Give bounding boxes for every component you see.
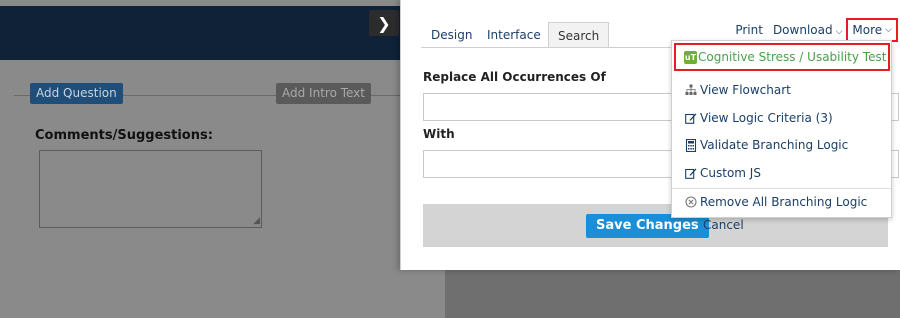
tab-underline	[421, 47, 671, 48]
builder-header	[0, 6, 400, 60]
panel-top-links: Print Download ⌵ More ⌵	[735, 18, 898, 42]
menu-item-remove-branching[interactable]: Remove All Branching Logic	[684, 195, 867, 209]
tab-search[interactable]: Search	[548, 22, 610, 48]
more-button[interactable]: More ⌵	[846, 18, 898, 42]
chevron-right-icon[interactable]: ❯	[369, 10, 399, 36]
menu-item-cognitive-stress[interactable]: uT Cognitive Stress / Usability Test	[674, 43, 890, 71]
calculator-icon	[684, 138, 697, 152]
menu-item-label: View Logic Criteria (3)	[700, 111, 833, 125]
tab-interface[interactable]: Interface	[487, 22, 541, 48]
usability-badge-icon: uT	[684, 50, 697, 64]
menu-item-custom-js[interactable]: Custom JS	[684, 166, 761, 180]
chevron-down-icon: ⌵	[835, 27, 843, 37]
replace-label: Replace All Occurrences Of	[423, 70, 606, 84]
menu-item-label: Remove All Branching Logic	[700, 195, 868, 209]
menu-item-label: Custom JS	[700, 166, 761, 180]
comments-textarea[interactable]: ◢	[39, 150, 262, 228]
menu-divider	[672, 188, 891, 189]
print-link[interactable]: Print	[735, 23, 763, 37]
chevron-down-icon: ⌵	[885, 25, 892, 35]
tab-design[interactable]: Design	[431, 22, 472, 48]
menu-item-label: View Flowchart	[700, 83, 791, 97]
cancel-link[interactable]: Cancel	[703, 218, 744, 232]
remove-circle-icon	[684, 195, 697, 209]
comments-label: Comments/Suggestions:	[35, 128, 213, 143]
download-label: Download	[772, 23, 833, 37]
more-label: More	[852, 23, 883, 37]
sitemap-icon	[684, 84, 697, 97]
with-label: With	[423, 127, 455, 141]
menu-item-view-flowchart[interactable]: View Flowchart	[684, 83, 791, 97]
more-dropdown-menu: uT Cognitive Stress / Usability Test Vie…	[671, 40, 892, 218]
add-question-button[interactable]: Add Question	[30, 83, 123, 104]
menu-item-validate-branching[interactable]: Validate Branching Logic	[684, 138, 848, 152]
edit-icon	[684, 167, 697, 180]
add-intro-text-button[interactable]: Add Intro Text	[276, 83, 371, 104]
download-link[interactable]: Download ⌵	[773, 23, 842, 37]
backdrop-right-lower	[445, 270, 900, 318]
menu-item-label: Cognitive Stress / Usability Test	[698, 50, 887, 64]
menu-item-label: Validate Branching Logic	[700, 138, 849, 152]
edit-icon	[684, 112, 697, 125]
menu-item-view-logic-criteria[interactable]: View Logic Criteria (3)	[684, 111, 833, 125]
resize-grip-icon[interactable]: ◢	[253, 217, 260, 226]
